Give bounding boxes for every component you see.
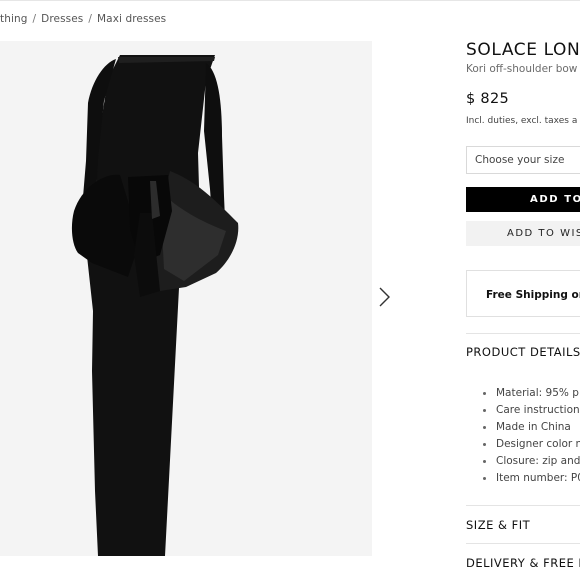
product-brand[interactable]: SOLACE LON <box>466 40 580 60</box>
breadcrumb-dresses[interactable]: Dresses <box>41 13 83 25</box>
divider <box>466 333 580 334</box>
divider <box>466 543 580 544</box>
product-price: $ 825 <box>466 91 510 107</box>
breadcrumb-clothing[interactable]: thing <box>0 13 28 25</box>
delivery-returns-heading[interactable]: DELIVERY & FREE RE <box>466 556 580 570</box>
size-select[interactable]: Choose your size <box>466 146 580 174</box>
list-item: Designer color n <box>483 436 580 453</box>
chevron-right-icon[interactable] <box>374 285 394 309</box>
breadcrumb: thing / Dresses / Maxi dresses <box>0 13 166 25</box>
size-fit-heading[interactable]: SIZE & FIT <box>466 518 530 532</box>
breadcrumb-separator: / <box>32 13 37 25</box>
add-to-wishlist-button[interactable]: ADD TO WISH <box>466 221 580 246</box>
list-item: Closure: zip and <box>483 453 580 470</box>
list-item: Material: 95% p <box>483 385 580 402</box>
product-image-gallery[interactable] <box>0 41 372 556</box>
list-item: Made in China <box>483 419 580 436</box>
add-to-bag-button[interactable]: ADD TO <box>466 187 580 212</box>
breadcrumb-maxi-dresses[interactable]: Maxi dresses <box>97 13 166 25</box>
product-subtitle: Kori off-shoulder bow <box>466 63 578 75</box>
price-note: Incl. duties, excl. taxes a <box>466 116 578 126</box>
product-details-heading[interactable]: PRODUCT DETAILS <box>466 345 580 359</box>
product-info-panel: SOLACE LON Kori off-shoulder bow $ 825 I… <box>466 0 580 580</box>
product-image <box>71 55 239 556</box>
breadcrumb-separator: / <box>88 13 92 25</box>
free-shipping-banner: Free Shipping on <box>466 270 580 317</box>
list-item: Care instruction <box>483 402 580 419</box>
list-item: Item number: P0 <box>483 470 580 487</box>
divider <box>466 505 580 506</box>
product-details-list: Material: 95% p Care instruction Made in… <box>483 385 580 487</box>
